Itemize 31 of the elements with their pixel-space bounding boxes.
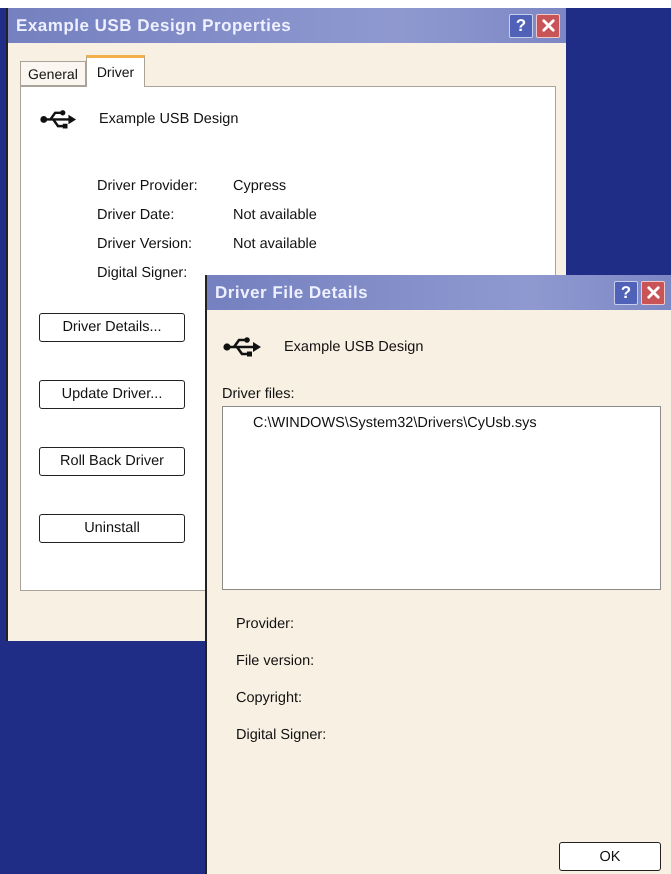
detail-label: Driver Date: — [97, 206, 176, 223]
usb-icon — [222, 336, 262, 358]
files-label: Driver files: — [222, 386, 296, 402]
detail-label: File version: — [236, 653, 316, 669]
device-name: Example USB Design — [99, 111, 238, 128]
detail-label: Provider: — [236, 616, 296, 632]
file-list[interactable]: C:\WINDOWS\System32\Drivers\CyUsb.sys — [222, 406, 661, 590]
help-button[interactable]: ? — [614, 280, 638, 304]
driver-button[interactable]: Uninstall — [39, 514, 185, 543]
detail-label: Driver Version: — [97, 236, 194, 252]
driver-button[interactable]: Driver Details... — [39, 312, 185, 342]
tab[interactable]: Driver — [86, 55, 146, 87]
tab[interactable]: General — [20, 61, 86, 86]
detail-label: Digital Signer: — [236, 727, 328, 743]
window-title: Example USB Design Properties — [16, 16, 292, 36]
detail-value: Cypress — [233, 178, 288, 194]
ok-button[interactable]: OK — [559, 842, 661, 871]
driver-button[interactable]: Roll Back Driver — [39, 446, 185, 476]
detail-value: Not available — [233, 206, 317, 223]
help-button[interactable]: ? — [509, 14, 533, 38]
close-button[interactable] — [536, 14, 560, 38]
window-title: Driver File Details — [215, 282, 370, 302]
usb-icon — [39, 109, 77, 130]
detail-label: Digital Signer: — [97, 264, 188, 281]
detail-label: Driver Provider: — [97, 178, 199, 194]
file-path[interactable]: C:\WINDOWS\System32\Drivers\CyUsb.sys — [253, 415, 630, 431]
device-name: Example USB Design — [284, 339, 424, 355]
driver-button[interactable]: Update Driver... — [39, 380, 185, 409]
detail-label: Copyright: — [236, 690, 304, 706]
close-button[interactable] — [641, 280, 665, 304]
detail-value: Not available — [233, 236, 317, 252]
